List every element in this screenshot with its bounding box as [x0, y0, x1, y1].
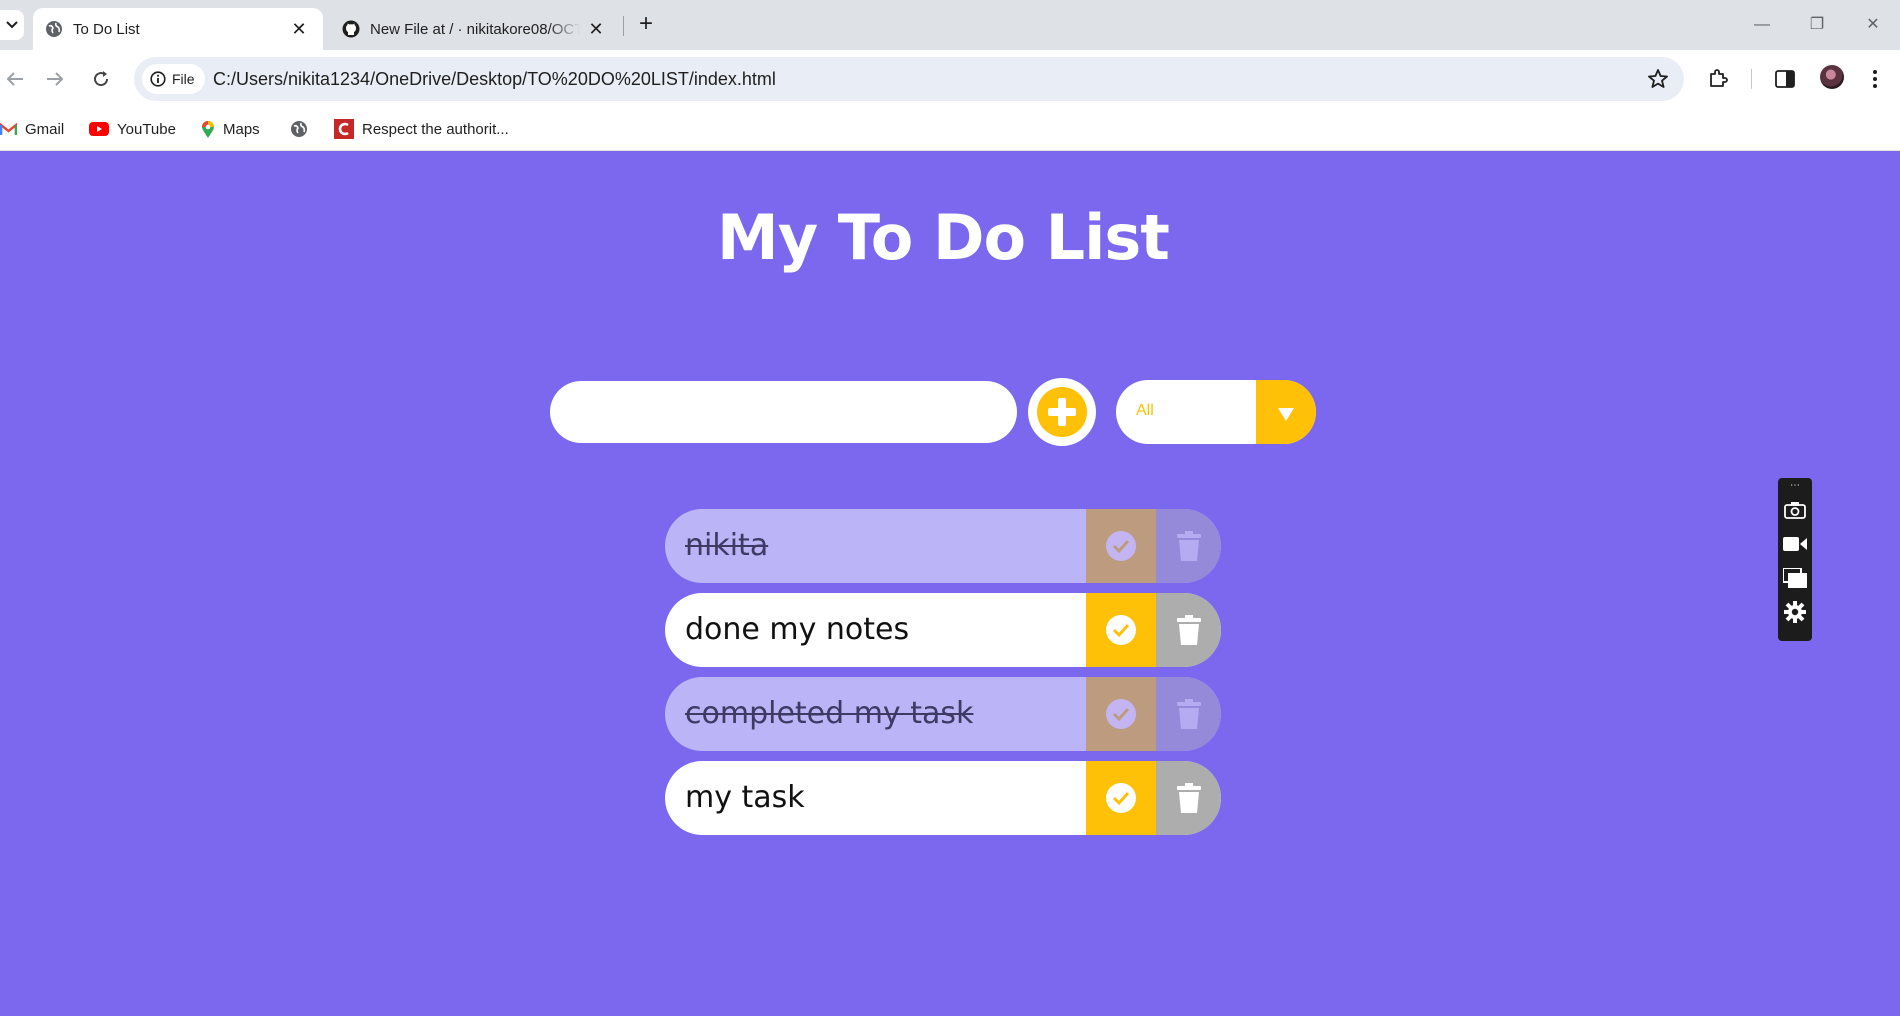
- bookmark-label: Maps: [223, 120, 260, 138]
- trash-icon: [1176, 783, 1201, 813]
- record-button[interactable]: [1781, 530, 1809, 558]
- arrow-left-icon: [6, 72, 23, 86]
- extensions-button[interactable]: [1703, 64, 1733, 94]
- todo-item: nikita: [665, 509, 1221, 583]
- tab-divider: [623, 16, 624, 36]
- star-icon[interactable]: [1646, 67, 1670, 91]
- tab-title: New File at / · nikitakore08/OCT: [370, 21, 580, 38]
- tab-strip: To Do List ✕ New File at / · nikitakore0…: [0, 0, 1900, 50]
- filter-select[interactable]: All: [1116, 380, 1316, 444]
- trash-icon: [1176, 699, 1201, 729]
- bookmark-label: Gmail: [25, 120, 65, 138]
- kebab-menu-icon: [1873, 70, 1877, 88]
- video-camera-icon: [1783, 537, 1807, 551]
- address-bar[interactable]: File C:/Users/nikita1234/OneDrive/Deskto…: [134, 57, 1684, 101]
- todo-list: nikita done my notes completed my task m…: [665, 509, 1221, 845]
- close-tab-icon[interactable]: ✕: [289, 19, 309, 39]
- globe-icon: [291, 121, 307, 137]
- bookmarks-bar: Gmail YouTube Maps Respect the authorit.…: [0, 108, 1900, 151]
- menu-button[interactable]: [1860, 64, 1890, 94]
- bookmark-globe[interactable]: [290, 117, 308, 141]
- gmail-icon: [0, 122, 17, 135]
- todo-text: done my notes: [685, 612, 910, 647]
- back-button[interactable]: [0, 64, 30, 94]
- todo-item: done my notes: [665, 593, 1221, 667]
- gear-icon: [1784, 601, 1806, 623]
- chevron-down-icon: [6, 21, 18, 29]
- todo-item: my task: [665, 761, 1221, 835]
- settings-button[interactable]: [1781, 598, 1809, 626]
- delete-button[interactable]: [1156, 761, 1221, 835]
- bookmark-gmail[interactable]: Gmail: [0, 117, 64, 141]
- side-panel-button[interactable]: [1770, 64, 1800, 94]
- forward-button[interactable]: [40, 64, 70, 94]
- puzzle-icon: [1710, 69, 1728, 87]
- arrow-right-icon: [47, 72, 64, 86]
- side-panel-icon: [1775, 70, 1795, 88]
- minimize-icon[interactable]: —: [1742, 12, 1782, 38]
- trash-icon: [1176, 531, 1201, 561]
- check-circle-icon: [1106, 615, 1136, 645]
- bookmark-youtube[interactable]: YouTube: [89, 117, 176, 141]
- complete-button[interactable]: [1086, 509, 1156, 583]
- restore-icon[interactable]: ❐: [1797, 12, 1837, 38]
- todo-text: completed my task: [685, 696, 974, 731]
- toolbar-divider: [1751, 69, 1752, 89]
- maps-icon: [202, 120, 214, 138]
- tab-new-file[interactable]: New File at / · nikitakore08/OCT ✕: [330, 8, 620, 50]
- new-tab-button[interactable]: +: [633, 12, 659, 38]
- bookmark-maps[interactable]: Maps: [201, 117, 260, 141]
- trash-icon: [1176, 615, 1201, 645]
- bookmark-label: YouTube: [117, 120, 176, 138]
- capture-toolbar: ⋯: [1778, 478, 1812, 641]
- todo-input[interactable]: [550, 381, 1017, 443]
- gallery-icon: [1783, 568, 1807, 588]
- tab-search-button[interactable]: [0, 10, 24, 40]
- filter-selected-value: All: [1136, 402, 1154, 419]
- bookmark-label: Respect the authorit...: [362, 120, 509, 138]
- browser-toolbar: File C:/Users/nikita1234/OneDrive/Deskto…: [0, 50, 1900, 108]
- delete-button[interactable]: [1156, 509, 1221, 583]
- youtube-icon: [89, 122, 109, 136]
- close-tab-icon[interactable]: ✕: [586, 19, 606, 39]
- complete-button[interactable]: [1086, 761, 1156, 835]
- close-window-icon[interactable]: ✕: [1853, 12, 1893, 38]
- c-logo-icon: [334, 119, 354, 139]
- add-todo-button[interactable]: [1028, 378, 1096, 446]
- capture-toolbar-menu-icon[interactable]: ⋯: [1778, 478, 1812, 494]
- todo-text: nikita: [685, 528, 769, 563]
- plus-icon: [1037, 387, 1087, 437]
- profile-avatar[interactable]: [1820, 65, 1844, 89]
- delete-button[interactable]: [1156, 677, 1221, 751]
- reload-icon: [94, 71, 109, 87]
- site-info-chip[interactable]: File: [142, 64, 205, 94]
- delete-button[interactable]: [1156, 593, 1221, 667]
- todo-text: my task: [685, 780, 805, 815]
- globe-icon: [46, 21, 62, 37]
- check-circle-icon: [1106, 699, 1136, 729]
- gallery-button[interactable]: [1781, 564, 1809, 592]
- filter-dropdown-button[interactable]: [1256, 380, 1316, 444]
- todo-item: completed my task: [665, 677, 1221, 751]
- bookmark-respect[interactable]: Respect the authorit...: [334, 117, 509, 141]
- todo-app: My To Do List All nikita done my notes c…: [0, 151, 1900, 1016]
- chip-label: File: [172, 71, 195, 87]
- check-circle-icon: [1106, 531, 1136, 561]
- reload-button[interactable]: [86, 64, 116, 94]
- url-text[interactable]: C:/Users/nikita1234/OneDrive/Desktop/TO%…: [213, 69, 776, 90]
- camera-icon: [1784, 502, 1806, 519]
- github-icon: [342, 20, 360, 38]
- check-circle-icon: [1106, 783, 1136, 813]
- page-title: My To Do List: [717, 201, 1170, 274]
- tab-title: To Do List: [73, 21, 140, 38]
- caret-down-icon: [1278, 407, 1294, 421]
- tab-to-do-list[interactable]: To Do List ✕: [33, 8, 323, 50]
- screenshot-button[interactable]: [1781, 496, 1809, 524]
- complete-button[interactable]: [1086, 593, 1156, 667]
- info-icon: [150, 71, 166, 87]
- complete-button[interactable]: [1086, 677, 1156, 751]
